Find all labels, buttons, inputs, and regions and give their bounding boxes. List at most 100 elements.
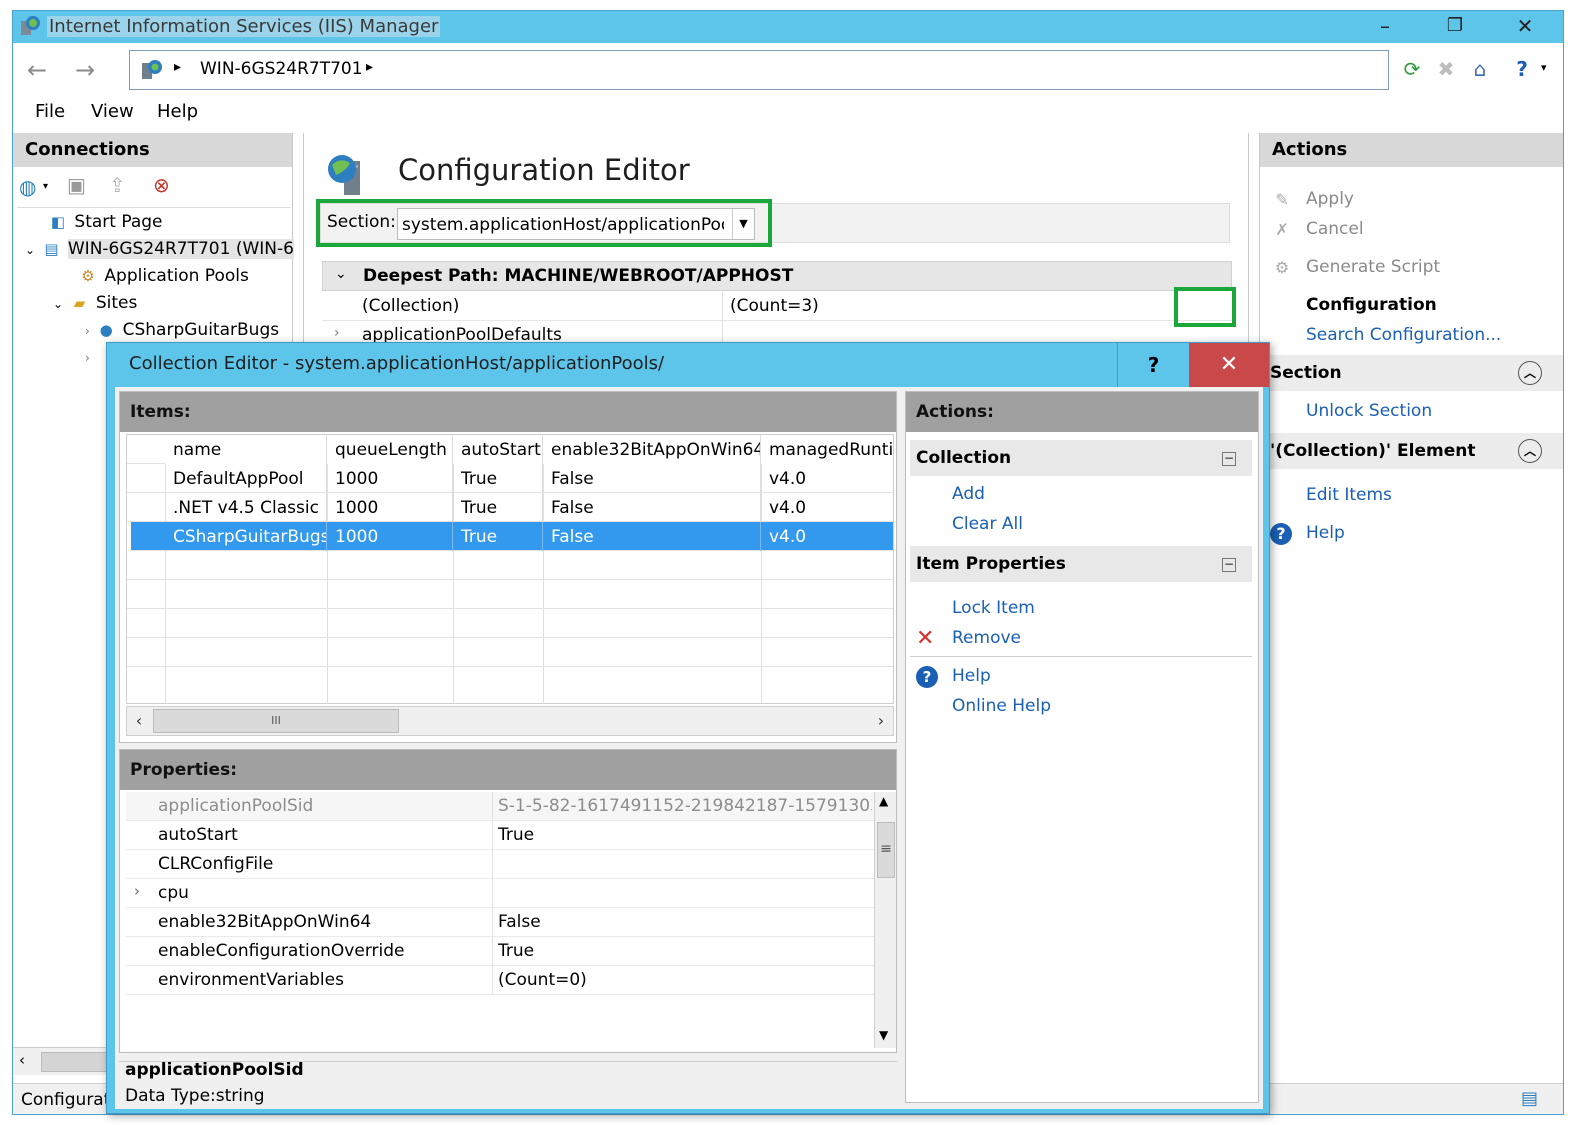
chevron-down-icon[interactable]: ▾ — [1541, 61, 1547, 74]
path-separator-icon[interactable]: ▸ — [366, 59, 373, 75]
cell-queue-length: 1000 — [327, 464, 453, 493]
tree-item-server[interactable]: ⌄ ▤ WIN-6GS24R7T701 (WIN-6 — [25, 239, 294, 266]
chevron-right-icon[interactable]: › — [85, 351, 90, 365]
table-row-selected[interactable]: CSharpGuitarBugs 1000 True False v4.0 — [131, 522, 893, 551]
properties-vscrollbar[interactable]: ▲ ≡ ▼ — [874, 792, 896, 1048]
scroll-thumb[interactable] — [41, 1052, 111, 1072]
collapse-up-icon[interactable]: ︿ — [1518, 439, 1542, 463]
dialog-action-online-help[interactable]: Online Help — [952, 696, 1051, 716]
property-row[interactable]: enableConfigurationOverride True — [126, 937, 874, 966]
column-divider — [492, 966, 493, 995]
scroll-left-icon[interactable]: ‹ — [19, 1051, 25, 1069]
scroll-thumb[interactable]: III — [153, 709, 399, 733]
dialog-action-help[interactable]: Help — [952, 666, 991, 686]
column-header-queue-length[interactable]: queueLength — [327, 435, 453, 464]
chevron-right-icon[interactable]: › — [85, 324, 90, 338]
back-arrow-icon[interactable]: ← — [19, 55, 55, 85]
menu-file[interactable]: File — [35, 101, 65, 122]
action-cancel[interactable]: Cancel — [1306, 219, 1364, 239]
address-bar[interactable]: ▸ WIN-6GS24R7T701 ▸ — [129, 50, 1389, 90]
chevron-right-icon[interactable]: › — [134, 882, 140, 900]
scroll-down-icon[interactable]: ▼ — [879, 1028, 888, 1042]
column-header-auto-start[interactable]: autoStart — [453, 435, 543, 464]
action-generate-script[interactable]: Generate Script — [1306, 257, 1440, 277]
up-icon[interactable]: ⇪ — [109, 173, 126, 197]
close-button[interactable]: ✕ — [1497, 13, 1553, 39]
dialog-action-add[interactable]: Add — [952, 484, 985, 504]
address-server[interactable]: WIN-6GS24R7T701 — [200, 59, 363, 79]
chevron-right-icon[interactable]: › — [334, 325, 340, 341]
connections-header: Connections — [13, 133, 292, 167]
action-search-configuration[interactable]: Search Configuration... — [1306, 325, 1501, 345]
dialog-action-remove[interactable]: Remove — [952, 628, 1021, 648]
chevron-down-icon[interactable]: ⌄ — [53, 297, 63, 311]
configuration-editor-icon — [324, 151, 374, 199]
action-apply[interactable]: Apply — [1306, 189, 1354, 209]
collapse-up-icon[interactable]: ︿ — [1518, 361, 1542, 385]
tree-item-collapsed[interactable]: › — [85, 347, 90, 374]
scroll-right-icon[interactable]: › — [869, 707, 893, 735]
column-header-managed-runtime[interactable]: managedRuntim — [761, 435, 893, 464]
page-title: Configuration Editor — [398, 153, 690, 187]
minimize-button[interactable]: – — [1357, 13, 1413, 39]
property-row[interactable]: › cpu — [126, 879, 874, 908]
title-bar[interactable]: Internet Information Services (IIS) Mana… — [13, 11, 1563, 43]
chevron-down-icon[interactable]: ⌄ — [335, 266, 347, 282]
column-header-enable32bit[interactable]: enable32BitAppOnWin64 — [543, 435, 761, 464]
property-name: CLRConfigFile — [158, 854, 274, 874]
tree-item-start-page[interactable]: ◧ Start Page — [47, 212, 163, 239]
scroll-left-icon[interactable]: ‹ — [127, 707, 151, 735]
cell-auto-start: True — [453, 493, 543, 522]
chevron-down-icon[interactable]: ▾ — [43, 181, 48, 192]
table-row[interactable]: .NET v4.5 Classic 1000 True False v4.0 — [127, 493, 893, 522]
collapse-icon[interactable]: − — [1222, 452, 1236, 466]
collapse-icon[interactable]: − — [1222, 558, 1236, 572]
cell-enable32bit: False — [543, 464, 761, 493]
menu-help[interactable]: Help — [157, 101, 198, 122]
server-icon — [140, 59, 164, 81]
menu-view[interactable]: View — [91, 101, 134, 122]
tree-item-sites[interactable]: ⌄ ▰ Sites — [53, 293, 137, 320]
restore-button[interactable]: ❐ — [1427, 13, 1483, 39]
dialog-help-button[interactable]: ? — [1117, 343, 1189, 387]
deepest-path-header[interactable]: ⌄ Deepest Path: MACHINE/WEBROOT/APPHOST — [322, 261, 1232, 291]
connect-globe-icon[interactable]: ◍ — [19, 175, 36, 199]
dialog-action-clear-all[interactable]: Clear All — [952, 514, 1023, 534]
config-row-collection[interactable]: (Collection) (Count=3) — [322, 292, 1232, 321]
divider — [910, 656, 1252, 657]
forward-arrow-icon[interactable]: → — [67, 55, 103, 85]
column-header-name[interactable]: name — [165, 435, 327, 464]
disconnect-icon[interactable]: ⊗ — [153, 173, 170, 197]
property-row[interactable]: autoStart True — [126, 821, 874, 850]
scroll-up-icon[interactable]: ▲ — [879, 794, 888, 808]
refresh-icon[interactable]: ⟳ — [1397, 55, 1427, 83]
dialog-close-button[interactable]: ✕ — [1189, 343, 1269, 387]
action-edit-items[interactable]: Edit Items — [1306, 485, 1392, 505]
dialog-action-lock-item[interactable]: Lock Item — [952, 598, 1035, 618]
items-hscrollbar[interactable]: ‹ III › — [126, 706, 894, 736]
save-icon[interactable]: ▣ — [67, 173, 86, 197]
tree-item-label: CSharpGuitarBugs — [122, 320, 280, 340]
items-grid-header: name queueLength autoStart enable32BitAp… — [127, 435, 893, 464]
home-icon[interactable]: ⌂ — [1465, 55, 1495, 83]
highlight-box-ellipsis[interactable] — [1174, 287, 1236, 327]
property-row[interactable]: applicationPoolSid S-1-5-82-1617491152-2… — [126, 792, 874, 821]
tree-item-application-pools[interactable]: ⚙ Application Pools — [77, 266, 249, 293]
action-unlock-section[interactable]: Unlock Section — [1306, 401, 1432, 421]
table-row[interactable]: DefaultAppPool 1000 True False v4.0 — [127, 464, 893, 493]
chevron-down-icon[interactable]: ⌄ — [25, 243, 35, 257]
actions-header: Actions — [1260, 133, 1563, 167]
help-icon: ? — [1270, 523, 1292, 545]
property-name: enableConfigurationOverride — [158, 941, 405, 961]
property-name: cpu — [158, 883, 189, 903]
dialog-group-collection: Collection − — [910, 440, 1252, 476]
help-icon[interactable]: ? — [1507, 55, 1537, 83]
stop-icon[interactable]: ✖ — [1431, 55, 1461, 83]
property-row[interactable]: environmentVariables (Count=0) — [126, 966, 874, 995]
property-row[interactable]: CLRConfigFile — [126, 850, 874, 879]
property-row[interactable]: enable32BitAppOnWin64 False — [126, 908, 874, 937]
action-help[interactable]: Help — [1306, 523, 1345, 543]
cell-enable32bit: False — [543, 493, 761, 522]
group-title: Item Properties — [916, 554, 1066, 574]
scroll-thumb[interactable]: ≡ — [877, 822, 895, 878]
